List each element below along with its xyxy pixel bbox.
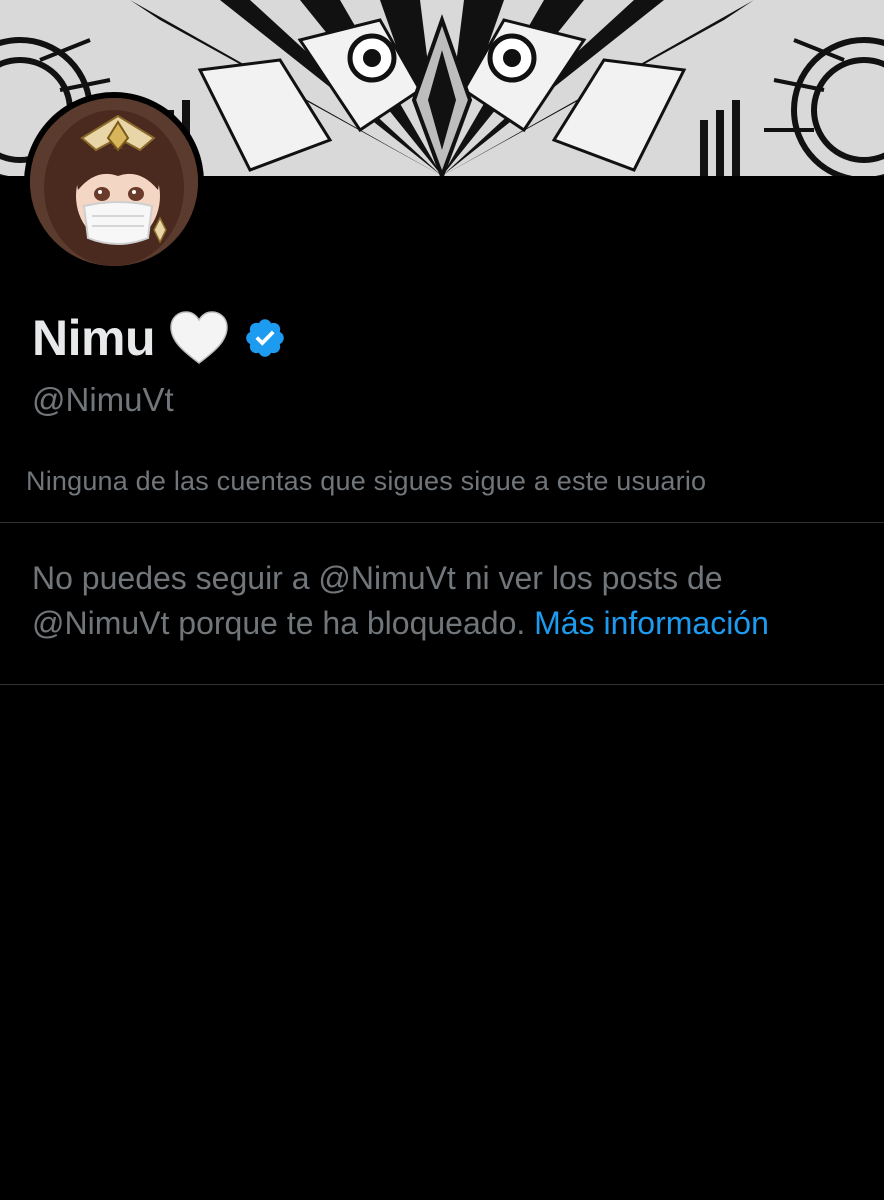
more-info-link[interactable]: Más información (534, 605, 769, 641)
avatar-image (30, 98, 198, 266)
divider (0, 684, 884, 685)
display-name: Nimu (32, 310, 156, 366)
blocked-notice-line-2: @NimuVt porque te ha bloqueado. Más info… (32, 601, 872, 646)
followers-you-know-note: Ninguna de las cuentas que sigues sigue … (26, 466, 707, 496)
blocked-notice-text: @NimuVt porque te ha bloqueado. (32, 605, 526, 641)
white-heart-icon (169, 311, 229, 365)
profile-name-row: Nimu (32, 308, 287, 368)
blocked-notice: No puedes seguir a @NimuVt ni ver los po… (32, 556, 872, 646)
divider (0, 522, 884, 523)
profile-avatar[interactable] (24, 92, 204, 272)
verified-badge-icon[interactable] (243, 316, 287, 360)
blocked-notice-line-1: No puedes seguir a @NimuVt ni ver los po… (32, 560, 723, 596)
profile-handle: @NimuVt (32, 381, 174, 418)
